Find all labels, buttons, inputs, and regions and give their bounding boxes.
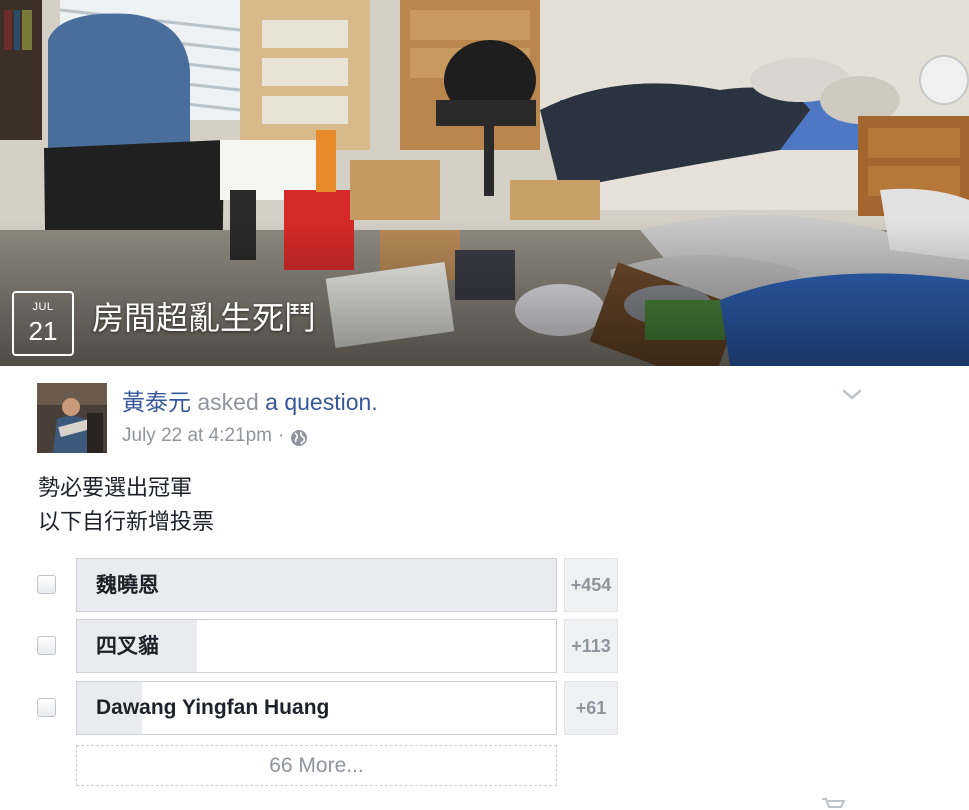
poll-option-label: 四叉貓	[96, 633, 159, 658]
action-text: asked	[197, 389, 259, 415]
post-body-line: 以下自行新增投票	[38, 510, 215, 535]
poll-option[interactable]: 魏曉恩	[76, 558, 557, 612]
poll-option[interactable]: 四叉貓	[76, 619, 557, 673]
poll-checkbox[interactable]	[37, 636, 56, 655]
poll-vote-count[interactable]: +61	[564, 681, 618, 735]
poll-vote-count[interactable]: +454	[564, 558, 618, 612]
poll-option-row: Dawang Yingfan Huang +61	[0, 681, 640, 735]
meta-separator: ·	[277, 425, 285, 446]
event-title[interactable]: 房間超亂生死鬥	[92, 298, 316, 338]
date-day: 21	[28, 316, 58, 346]
period: .	[371, 389, 378, 415]
poll-vote-count[interactable]: +113	[564, 619, 618, 673]
author-name-link[interactable]: 黃泰元	[122, 390, 191, 416]
poll-option-row: 魏曉恩 +454	[0, 558, 640, 612]
globe-icon[interactable]	[290, 429, 308, 447]
poll-option[interactable]: Dawang Yingfan Huang	[76, 681, 557, 735]
post-body: 勢必要選出冠軍 以下自行新增投票	[38, 472, 214, 540]
post-author-line: 黃泰元 asked a question.	[122, 388, 378, 417]
poll-option-row: 四叉貓 +113	[0, 619, 640, 673]
post-body-line: 勢必要選出冠軍	[38, 476, 193, 501]
event-date-badge: JUL 21	[12, 291, 74, 356]
event-cover-photo[interactable]: JUL 21 房間超亂生死鬥	[0, 0, 969, 366]
date-month: JUL	[32, 301, 54, 313]
chevron-down-icon[interactable]	[840, 387, 864, 403]
poll-checkbox[interactable]	[37, 575, 56, 594]
cover-gradient	[0, 220, 969, 366]
poll-option-label: 魏曉恩	[96, 572, 159, 597]
poll-more-options-button[interactable]: 66 More...	[76, 745, 557, 786]
poll-checkbox[interactable]	[37, 698, 56, 717]
post-timestamp[interactable]: July 22 at 4:21pm	[122, 424, 272, 448]
cart-icon	[822, 798, 846, 808]
author-avatar[interactable]	[37, 383, 107, 453]
post-meta: July 22 at 4:21pm ·	[122, 424, 308, 448]
question-link[interactable]: a question	[265, 389, 371, 415]
poll-option-label: Dawang Yingfan Huang	[96, 696, 330, 719]
